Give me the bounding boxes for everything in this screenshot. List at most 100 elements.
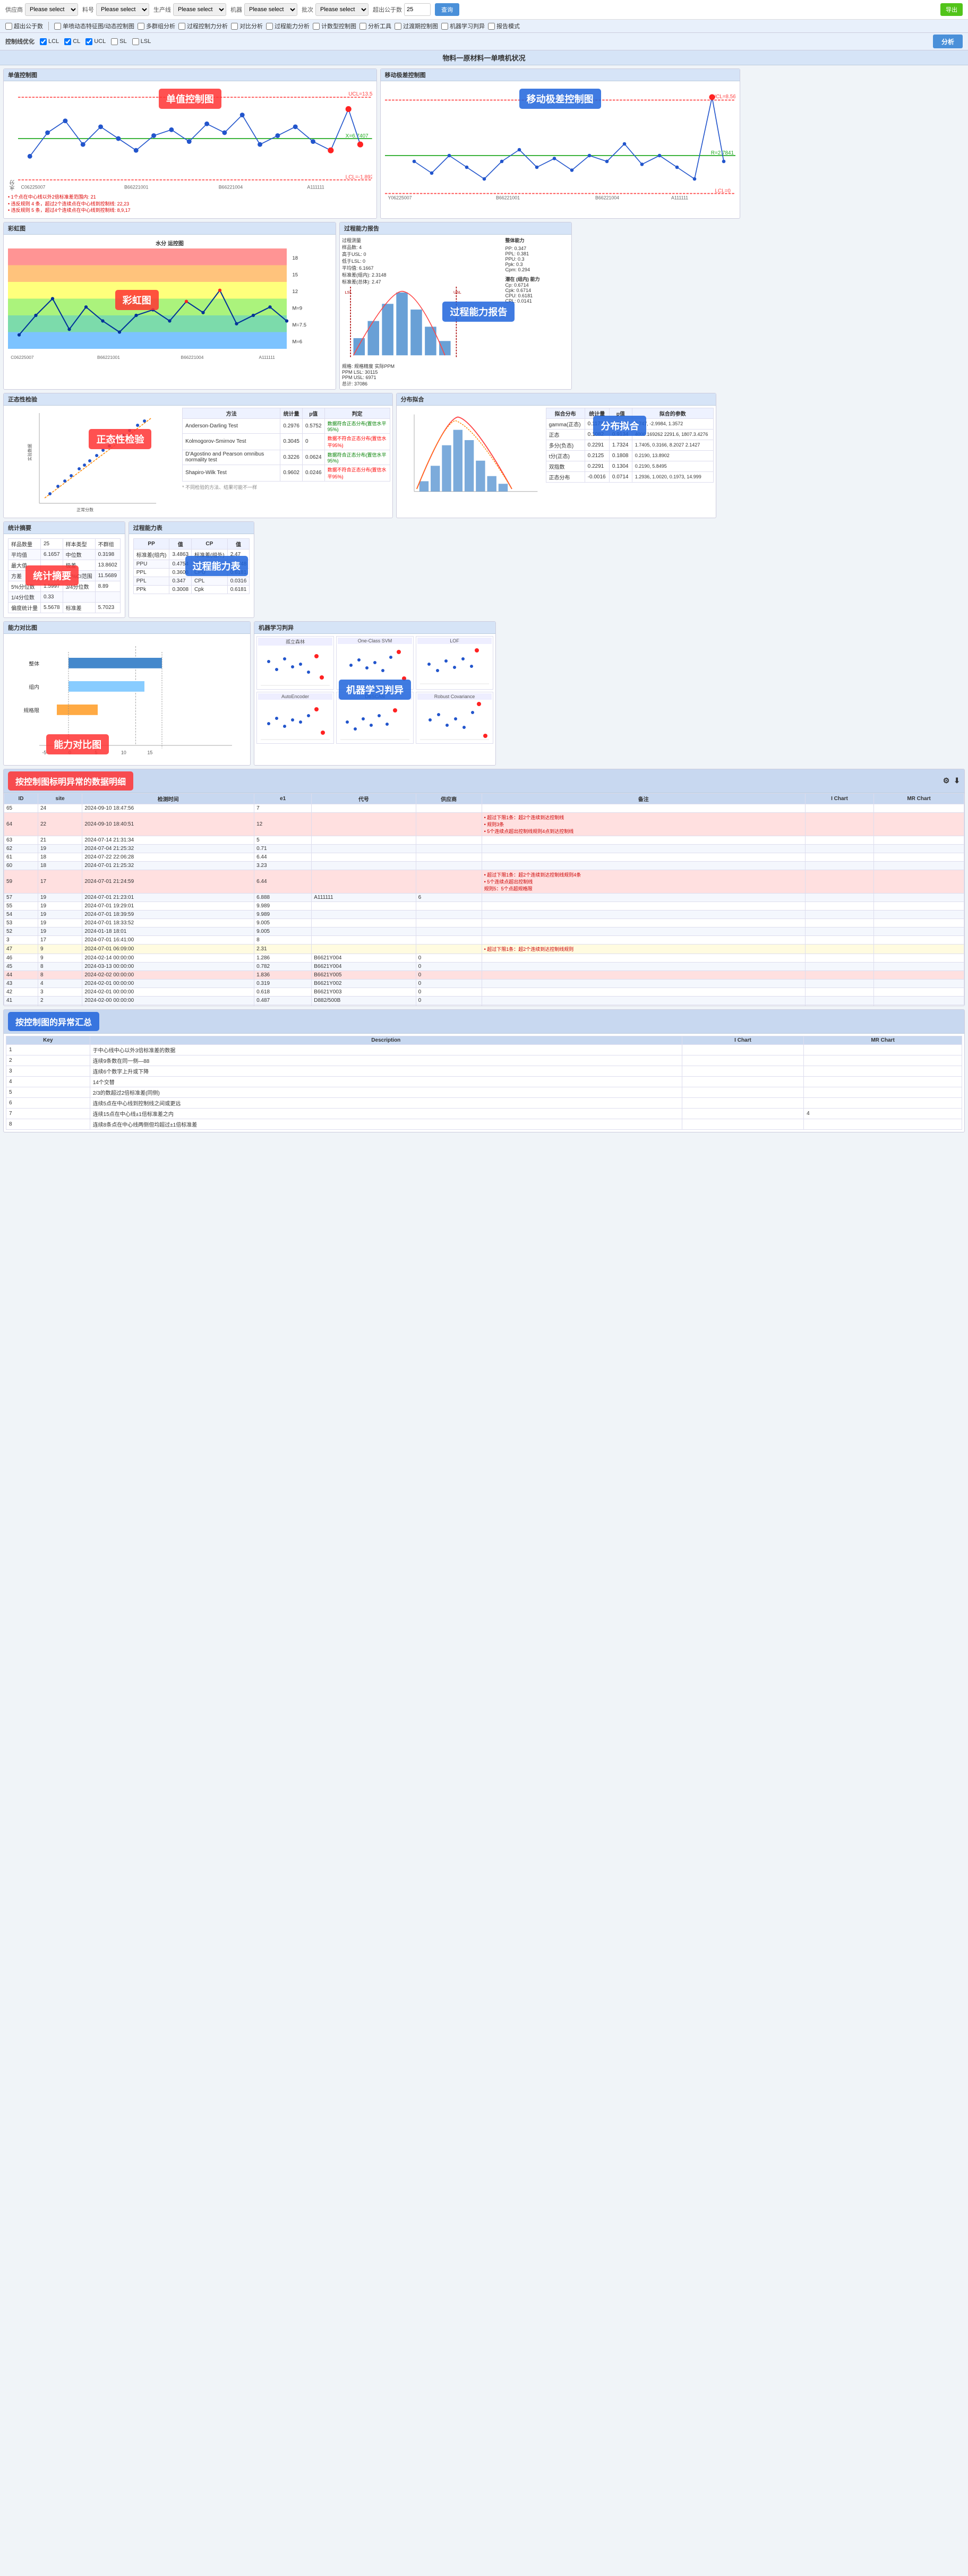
dist-p-4: 0.1304 xyxy=(609,461,632,471)
toolbar-item-5[interactable]: 过程能力分析 xyxy=(266,22,310,30)
svg-text:12: 12 xyxy=(293,289,298,295)
analyze-button[interactable]: 分析 xyxy=(933,35,963,48)
data-row-3: 62192024-07-04 21:25:320.71 xyxy=(4,844,964,853)
stat-value-0: 25 xyxy=(41,538,63,549)
norm-p-3: 0.0246 xyxy=(302,465,324,481)
norm-result-1: 数据不符合正态分布(置信水平95%) xyxy=(324,433,390,450)
material-select[interactable]: Please select xyxy=(96,3,149,16)
single-value-notes: • 1个点在中心线以外2倍标准差范围内: 21 • 违反规则 4 条，超过2个连… xyxy=(8,194,372,214)
col-e1: e1 xyxy=(254,793,312,804)
machine-select[interactable]: Please select xyxy=(244,3,297,16)
charts-row-2: 彩虹图 彩虹图 水分 运控图 xyxy=(3,222,965,390)
toolbar-item-1[interactable]: 单喷动态特征图/动态控制图 xyxy=(54,22,134,30)
toolbar-item-0[interactable]: 超出公于数 xyxy=(5,22,43,30)
toolbar-item-7[interactable]: 分析工具 xyxy=(359,22,391,30)
data-detail-label: 按控制图标明异常的数据明细 xyxy=(8,771,133,791)
cap-row3-cpval: 0.0316 xyxy=(227,577,250,585)
dist-name-1: 正态 xyxy=(546,429,585,440)
toolbar-item-4[interactable]: 对比分析 xyxy=(231,22,263,30)
toolbar-checkbox-3[interactable] xyxy=(178,23,185,30)
stats-summary-title-text: 统计摘要 xyxy=(8,525,31,531)
cap-row4-ppval: 0.3008 xyxy=(169,585,192,594)
toolbar-item-8[interactable]: 过渡期控制图 xyxy=(395,22,438,30)
ml-anomaly-title-text: 机器学习判异 xyxy=(259,625,294,631)
export-button[interactable]: 导出 xyxy=(940,3,963,16)
ctrl-ucl[interactable]: UCL xyxy=(85,38,106,45)
toolbar-checkbox-1[interactable] xyxy=(54,23,61,30)
ctrl-sl[interactable]: SL xyxy=(111,38,126,45)
batch-select[interactable]: Please select xyxy=(315,3,369,16)
normality-qq-svg: 实验数据 正常分数 xyxy=(6,408,179,514)
ctrl-lcl-checkbox[interactable] xyxy=(40,38,47,45)
charts-row-5: 能力对比图 能力对比图 -5 0 5 10 15 xyxy=(3,621,965,766)
anomaly-summary-panel: 按控制图的异常汇总 Key Description I Chart MR Cha… xyxy=(3,1009,965,1132)
stat-value-10: 13.8602 xyxy=(95,560,120,570)
svg-text:组内: 组内 xyxy=(29,683,39,690)
capacity-comparison-panel: 能力对比图 能力对比图 -5 0 5 10 15 xyxy=(3,621,251,766)
anomaly-row-0: 1于中心线中心以外3倍标准差的数据 xyxy=(6,1044,962,1055)
toolbar-label-4: 对比分析 xyxy=(239,22,263,30)
toolbar-checkbox-0[interactable] xyxy=(5,23,12,30)
data-detail-header: 按控制图标明异常的数据明细 ⚙ ⬇ xyxy=(4,769,964,793)
cap-col-cp-val: 值 xyxy=(227,538,250,549)
stat-value-9: 0.3198 xyxy=(95,549,120,560)
svg-text:正常分数: 正常分数 xyxy=(76,507,93,512)
ctrl-lsl-checkbox[interactable] xyxy=(132,38,139,45)
data-detail-title: 按控制图标明异常的数据明细 xyxy=(8,771,133,791)
ctrl-cl[interactable]: CL xyxy=(64,38,80,45)
lcl-label: LCL=-1.892 xyxy=(346,175,372,181)
material-filter-group: 料号 Please select xyxy=(82,3,149,16)
data-row-10: 53192024-07-01 18:33:529.005 xyxy=(4,918,964,927)
stat-label-1: 样本类型 xyxy=(63,538,95,549)
toolbar-checkbox-10[interactable] xyxy=(488,23,495,30)
toolbar-checkbox-5[interactable] xyxy=(266,23,273,30)
toolbar-checkbox-2[interactable] xyxy=(138,23,144,30)
toolbar-item-10[interactable]: 报告模式 xyxy=(488,22,520,30)
ctrl-lcl-label: LCL xyxy=(48,38,59,45)
data-row-0: 65242024-09-10 18:47:567 xyxy=(4,804,964,812)
cap-row-4: PPk 0.3008 Cpk 0.6181 xyxy=(133,585,250,594)
ctrl-lsl[interactable]: LSL xyxy=(132,38,151,45)
toolbar-checkbox-8[interactable] xyxy=(395,23,401,30)
svg-text:B66221001: B66221001 xyxy=(97,355,120,360)
dist-col-name: 拟合分布 xyxy=(546,408,585,418)
anomaly-row-4: 52/3的数超过2倍标准差(同侧) xyxy=(6,1087,962,1097)
toolbar-item-2[interactable]: 多群组分析 xyxy=(138,22,175,30)
toolbar-label-9: 机器学习判异 xyxy=(450,22,485,30)
toolbar-checkbox-4[interactable] xyxy=(231,23,238,30)
query-button[interactable]: 查询 xyxy=(435,3,459,16)
toolbar-label-6: 计数型控制图 xyxy=(321,22,356,30)
cap-col-pp-val: 值 xyxy=(169,538,192,549)
header-bar: 供应商 Please select 料号 Please select 生产线 P… xyxy=(0,0,968,20)
toolbar-checkbox-9[interactable] xyxy=(441,23,448,30)
norm-stat-2: 0.3226 xyxy=(280,450,303,465)
line-select[interactable]: Please select xyxy=(173,3,226,16)
rainbow-chart-title: 水分 运控图 xyxy=(8,239,331,247)
ml-chart-2: LOF xyxy=(416,636,493,690)
ml-anomaly-content: 机器学习判异 孤立森林 xyxy=(254,634,495,746)
main-content: 单值控制图 单值控制图 水分 UCL=13.5706 xyxy=(0,65,968,1136)
ml-chart-title-2: LOF xyxy=(417,638,492,644)
toolbar-item-3[interactable]: 过程控制力分析 xyxy=(178,22,228,30)
filter-icon[interactable]: ⚙ xyxy=(943,776,950,785)
supplier-select[interactable]: Please select xyxy=(25,3,78,16)
ctrl-lcl[interactable]: LCL xyxy=(40,38,59,45)
sample-size-input[interactable] xyxy=(404,3,431,16)
toolbar-item-6[interactable]: 计数型控制图 xyxy=(313,22,356,30)
pcr-stats-header: 过程测量 样品数: 4 高于USL: 0 低于LSL: 0 平均值: 6.166… xyxy=(342,237,502,285)
col-supplier: 供应商 xyxy=(416,793,482,804)
ctrl-ucl-checkbox[interactable] xyxy=(85,38,92,45)
cap-row3-pplabel: PPL xyxy=(133,577,169,585)
toolbar-item-9[interactable]: 机器学习判异 xyxy=(441,22,485,30)
data-detail-table-section[interactable]: ID site 检测时间 e1 代号 供应商 备注 I Chart MR Cha… xyxy=(4,793,964,1006)
ctrl-sl-checkbox[interactable] xyxy=(111,38,118,45)
col-code: 代号 xyxy=(312,793,416,804)
toolbar-checkbox-7[interactable] xyxy=(359,23,366,30)
export-icon[interactable]: ⬇ xyxy=(954,776,960,785)
anomaly-header-row: Key Description I Chart MR Chart xyxy=(6,1036,962,1044)
data-row-11: 52192024-01-18 18:019.005 xyxy=(4,927,964,935)
dist-name-5: 正态分布 xyxy=(546,471,585,482)
ctrl-cl-checkbox[interactable] xyxy=(64,38,71,45)
toolbar-checkbox-6[interactable] xyxy=(313,23,320,30)
page-title: 物料一原材料一单喷机状况 xyxy=(0,50,968,65)
